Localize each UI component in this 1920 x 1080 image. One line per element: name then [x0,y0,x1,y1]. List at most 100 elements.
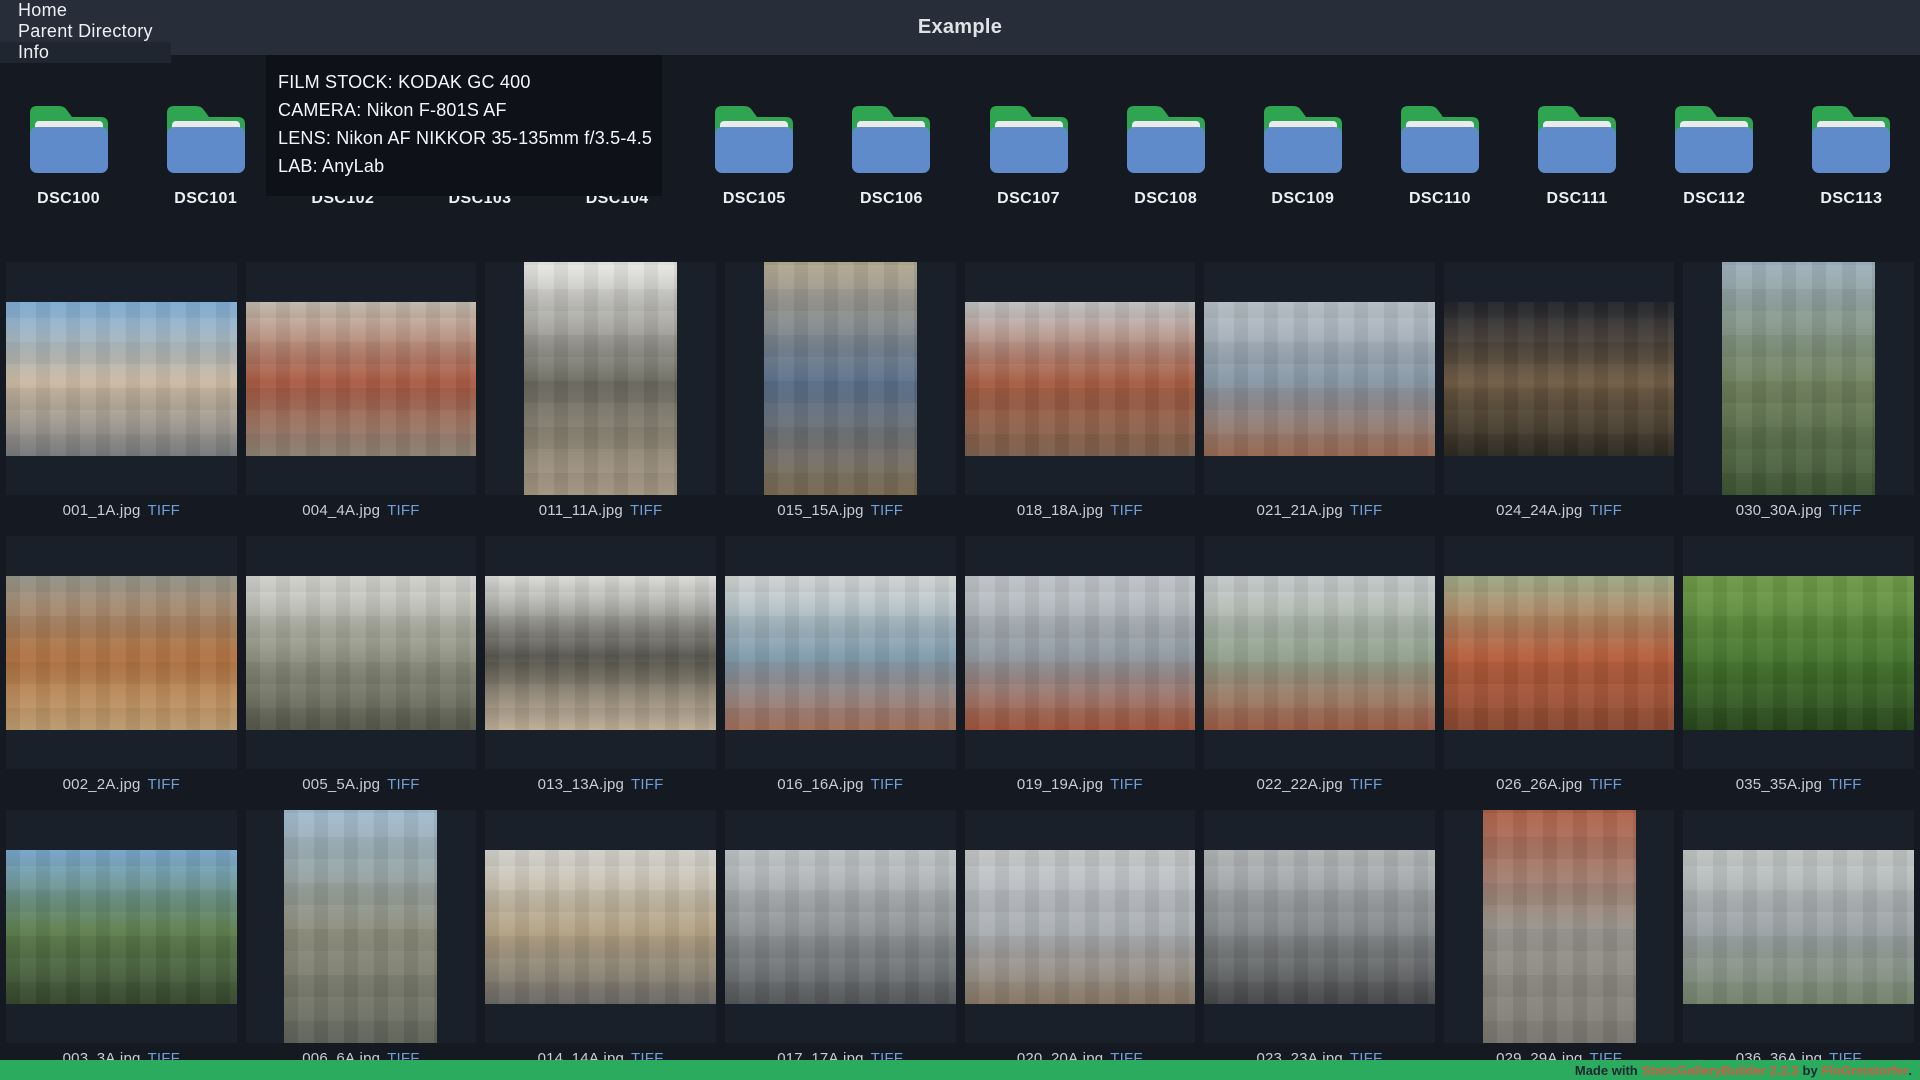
photo-thumbnail[interactable] [965,810,1196,1043]
folder-item-dsc111[interactable]: DSC111 [1509,101,1646,208]
photo-label: 013_13A.jpg TIFF [485,769,716,810]
photo-thumbnail[interactable] [6,536,237,769]
photo-thumbnail[interactable] [725,536,956,769]
tiff-link[interactable]: TIFF [148,502,180,519]
photo-label: 004_4A.jpg TIFF [246,495,477,536]
tiff-link[interactable]: TIFF [1829,776,1861,793]
gallery-item: 003_3A.jpg TIFF [6,810,237,1080]
photo-label: 026_26A.jpg TIFF [1444,769,1675,810]
nav-item-label: Home [18,0,67,21]
nav-menu: Home Parent Directory Info [0,0,171,55]
photo-thumbnail[interactable] [1683,536,1914,769]
tiff-link[interactable]: TIFF [630,502,662,519]
nav-item-parent-directory[interactable]: Parent Directory [0,21,171,42]
folder-icon [26,101,112,173]
photo-image [1204,576,1435,730]
tiff-link[interactable]: TIFF [1350,776,1382,793]
photo-filename: 021_21A.jpg [1256,502,1342,519]
builder-link[interactable]: StaticGalleryBuilder 2.2.3 [1642,1063,1799,1078]
photo-filename: 013_13A.jpg [538,776,624,793]
photo-image [725,576,956,730]
photo-thumbnail[interactable] [1444,810,1675,1043]
tiff-link[interactable]: TIFF [387,776,419,793]
photo-thumbnail[interactable] [246,810,477,1043]
folder-icon [986,101,1072,173]
tiff-link[interactable]: TIFF [1590,502,1622,519]
photo-image [1204,850,1435,1004]
photo-filename: 018_18A.jpg [1017,502,1103,519]
gallery-item: 021_21A.jpg TIFF [1204,262,1435,536]
photo-thumbnail[interactable] [246,262,477,495]
photo-label: 024_24A.jpg TIFF [1444,495,1675,536]
photo-thumbnail[interactable] [1444,262,1675,495]
gallery-item: 022_22A.jpg TIFF [1204,536,1435,810]
photo-label: 015_15A.jpg TIFF [725,495,956,536]
tiff-link[interactable]: TIFF [871,776,903,793]
folder-item-dsc108[interactable]: DSC108 [1097,101,1234,208]
folder-icon [1260,101,1346,173]
nav-item-home[interactable]: Home [0,0,171,21]
tiff-link[interactable]: TIFF [1110,502,1142,519]
photo-filename: 019_19A.jpg [1017,776,1103,793]
photo-thumbnail[interactable] [6,810,237,1043]
photo-image [6,576,237,730]
photo-image [965,576,1196,730]
folder-item-dsc113[interactable]: DSC113 [1783,101,1920,208]
photo-thumbnail[interactable] [725,262,956,495]
photo-thumbnail[interactable] [485,262,716,495]
tiff-link[interactable]: TIFF [1350,502,1382,519]
folder-item-dsc106[interactable]: DSC106 [823,101,960,208]
photo-thumbnail[interactable] [1204,810,1435,1043]
photo-filename: 026_26A.jpg [1496,776,1582,793]
photo-image [965,850,1196,1004]
folder-icon [1808,101,1894,173]
tiff-link[interactable]: TIFF [148,776,180,793]
photo-thumbnail[interactable] [725,810,956,1043]
photo-thumbnail[interactable] [1444,536,1675,769]
folder-label: DSC105 [723,190,786,208]
footer-by: by [1803,1063,1818,1078]
author-link[interactable]: FloGreistorfer [1822,1063,1909,1078]
photo-thumbnail[interactable] [6,262,237,495]
nav-item-info[interactable]: Info [0,42,171,63]
photo-thumbnail[interactable] [1683,262,1914,495]
folder-item-dsc109[interactable]: DSC109 [1234,101,1371,208]
tiff-link[interactable]: TIFF [871,502,903,519]
folder-item-dsc107[interactable]: DSC107 [960,101,1097,208]
folder-item-dsc110[interactable]: DSC110 [1371,101,1508,208]
photo-thumbnail[interactable] [965,536,1196,769]
tiff-link[interactable]: TIFF [631,776,663,793]
folder-label: DSC107 [997,190,1060,208]
gallery-item: 035_35A.jpg TIFF [1683,536,1914,810]
photo-thumbnail[interactable] [1204,536,1435,769]
photo-image [1683,576,1914,730]
folder-label: DSC109 [1271,190,1334,208]
tiff-link[interactable]: TIFF [1110,776,1142,793]
folder-item-dsc101[interactable]: DSC101 [137,101,274,208]
folder-item-dsc100[interactable]: DSC100 [0,101,137,208]
photo-thumbnail[interactable] [1204,262,1435,495]
gallery-item: 019_19A.jpg TIFF [965,536,1196,810]
gallery-item: 020_20A.jpg TIFF [965,810,1196,1080]
folder-label: DSC112 [1683,190,1745,208]
photo-label: 002_2A.jpg TIFF [6,769,237,810]
tiff-link[interactable]: TIFF [387,502,419,519]
gallery-item: 001_1A.jpg TIFF [6,262,237,536]
folder-item-dsc112[interactable]: DSC112 [1646,101,1783,208]
tiff-link[interactable]: TIFF [1829,502,1861,519]
photo-thumbnail[interactable] [1683,810,1914,1043]
photo-thumbnail[interactable] [485,810,716,1043]
folder-item-dsc105[interactable]: DSC105 [686,101,823,208]
folder-icon [163,101,249,173]
folder-icon [848,101,934,173]
photo-thumbnail[interactable] [485,536,716,769]
photo-thumbnail[interactable] [246,536,477,769]
folder-label: DSC110 [1409,190,1471,208]
footer-made-with: Made with [1575,1063,1638,1078]
gallery-item: 036_36A.jpg TIFF [1683,810,1914,1080]
photo-thumbnail[interactable] [965,262,1196,495]
photo-filename: 001_1A.jpg [63,502,141,519]
photo-image [524,262,677,495]
tiff-link[interactable]: TIFF [1590,776,1622,793]
photo-filename: 004_4A.jpg [302,502,380,519]
